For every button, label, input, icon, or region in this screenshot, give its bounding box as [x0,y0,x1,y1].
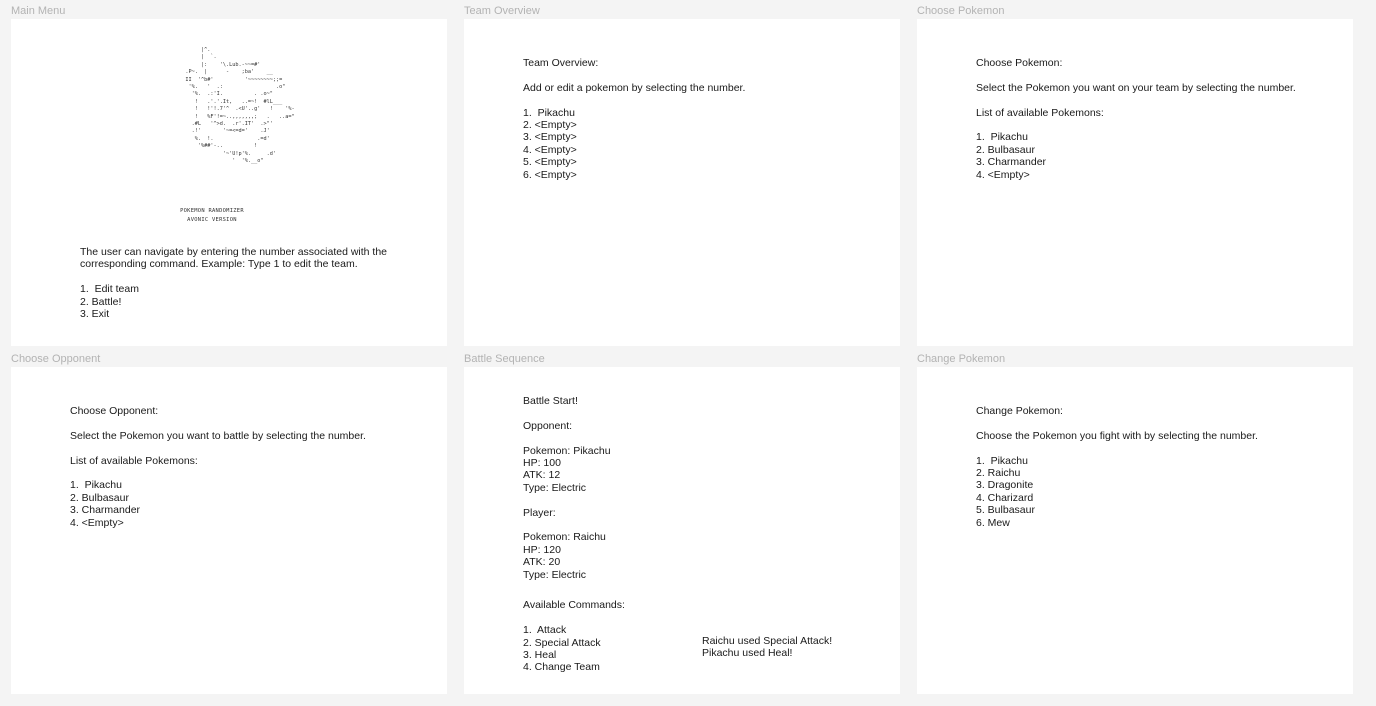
change-pokemon-content: Change Pokemon: Choose the Pokemon you f… [976,405,1258,529]
page-title: Choose Pokemon: [976,57,1063,69]
menu-option-battle[interactable]: 2. Battle! [80,296,387,308]
menu-option-edit-team[interactable]: 1. Edit team [80,283,387,295]
pokemon-option-3[interactable]: 3. Charmander [976,156,1296,168]
logo-subtitle: AVONIC VERSION [187,216,237,223]
list-heading: List of available Pokemons: [976,106,1104,119]
main-menu-frame[interactable]: |^. | `. |: '\.Lub.-~~=#' .P~. | - ;ba' … [11,19,447,346]
pokemon-option-4[interactable]: 4. <Empty> [976,169,1296,181]
team-slot-2[interactable]: 2. <Empty> [523,119,745,131]
page-title: Battle Start! [523,395,578,407]
player-type: Type: Electric [523,568,587,581]
logo-title: POKEMON RANDOMIZER [180,208,244,214]
team-slot-1[interactable]: 1. Pikachu [523,107,745,119]
battle-log-entry: Raichu used Special Attack! [702,635,833,647]
change-option-6[interactable]: 6. Mew [976,517,1258,529]
frame-label-main-menu: Main Menu [11,5,66,17]
instruction-text: Add or edit a pokemon by selecting the n… [523,81,746,94]
battle-sequence-frame[interactable]: Battle Start! Opponent: Pokemon: Pikachu… [464,367,900,694]
choose-pokemon-frame[interactable]: Choose Pokemon: Select the Pokemon you w… [917,19,1353,346]
choose-opponent-frame[interactable]: Choose Opponent: Select the Pokemon you … [11,367,447,694]
instruction-text: Select the Pokemon you want on your team… [976,81,1296,94]
team-slot-6[interactable]: 6. <Empty> [523,169,745,181]
main-menu-content: The user can navigate by entering the nu… [80,246,387,320]
page-title: Change Pokemon: [976,405,1063,417]
player-pokemon: Pokemon: Raichu [523,531,606,544]
instructions-line: The user can navigate by entering the nu… [80,246,388,258]
page-title: Team Overview: [523,57,599,69]
battle-log-entry: Pikachu used Heal! [702,647,793,660]
opponent-hp: HP: 100 [523,457,561,469]
player-label: Player: [523,506,556,519]
frame-label-team-overview: Team Overview [464,5,540,17]
pokemon-option-2[interactable]: 2. Bulbasaur [976,144,1296,156]
commands-label: Available Commands: [523,599,625,612]
team-slot-5[interactable]: 5. <Empty> [523,156,745,168]
change-option-4[interactable]: 4. Charizard [976,492,1258,504]
frame-label-change-pokemon: Change Pokemon [917,353,1006,365]
team-overview-frame[interactable]: Team Overview: Add or edit a pokemon by … [464,19,900,346]
player-atk: ATK: 20 [523,556,561,569]
player-hp: HP: 120 [523,543,561,556]
battle-content: Battle Start! Opponent: Pokemon: Pikachu… [523,395,625,674]
team-overview-content: Team Overview: Add or edit a pokemon by … [523,57,745,181]
change-option-3[interactable]: 3. Dragonite [976,479,1258,491]
opponent-label: Opponent: [523,419,573,432]
menu-option-exit[interactable]: 3. Exit [80,308,387,320]
page-title: Choose Opponent: [70,405,159,417]
change-option-5[interactable]: 5. Bulbasaur [976,504,1258,516]
frame-label-choose-pokemon: Choose Pokemon [917,5,1005,17]
choose-opponent-content: Choose Opponent: Select the Pokemon you … [70,405,366,529]
opponent-atk: ATK: 12 [523,469,561,482]
instructions-line: corresponding command. Example: Type 1 t… [80,258,358,271]
opponent-option-1[interactable]: 1. Pikachu [70,479,366,491]
pokemon-option-1[interactable]: 1. Pikachu [976,131,1296,143]
opponent-option-3[interactable]: 3. Charmander [70,504,366,516]
opponent-option-2[interactable]: 2. Bulbasaur [70,492,366,504]
instruction-text: Select the Pokemon you want to battle by… [70,429,366,442]
frame-label-choose-opponent: Choose Opponent [11,353,101,365]
team-slot-3[interactable]: 3. <Empty> [523,131,745,143]
battle-log: Raichu used Special Attack! Pikachu used… [702,635,832,660]
opponent-option-4[interactable]: 4. <Empty> [70,517,366,529]
command-change-team[interactable]: 4. Change Team [523,661,625,673]
command-attack[interactable]: 1. Attack [523,624,625,636]
list-heading: List of available Pokemons: [70,454,198,467]
opponent-type: Type: Electric [523,481,587,494]
instruction-text: Choose the Pokemon you fight with by sel… [976,429,1258,442]
change-pokemon-frame[interactable]: Change Pokemon: Choose the Pokemon you f… [917,367,1353,694]
command-heal[interactable]: 3. Heal [523,649,625,661]
pokemon-ascii-art: |^. | `. |: '\.Lub.-~~=#' .P~. | - ;ba' … [185,47,295,165]
change-option-1[interactable]: 1. Pikachu [976,455,1258,467]
change-option-2[interactable]: 2. Raichu [976,467,1258,479]
opponent-pokemon: Pokemon: Pikachu [523,444,611,457]
frame-label-battle-sequence: Battle Sequence [464,353,545,365]
command-special-attack[interactable]: 2. Special Attack [523,637,625,649]
team-slot-4[interactable]: 4. <Empty> [523,144,745,156]
logo-text: POKEMON RANDOMIZER AVONIC VERSION [171,207,253,224]
choose-pokemon-content: Choose Pokemon: Select the Pokemon you w… [976,57,1296,181]
